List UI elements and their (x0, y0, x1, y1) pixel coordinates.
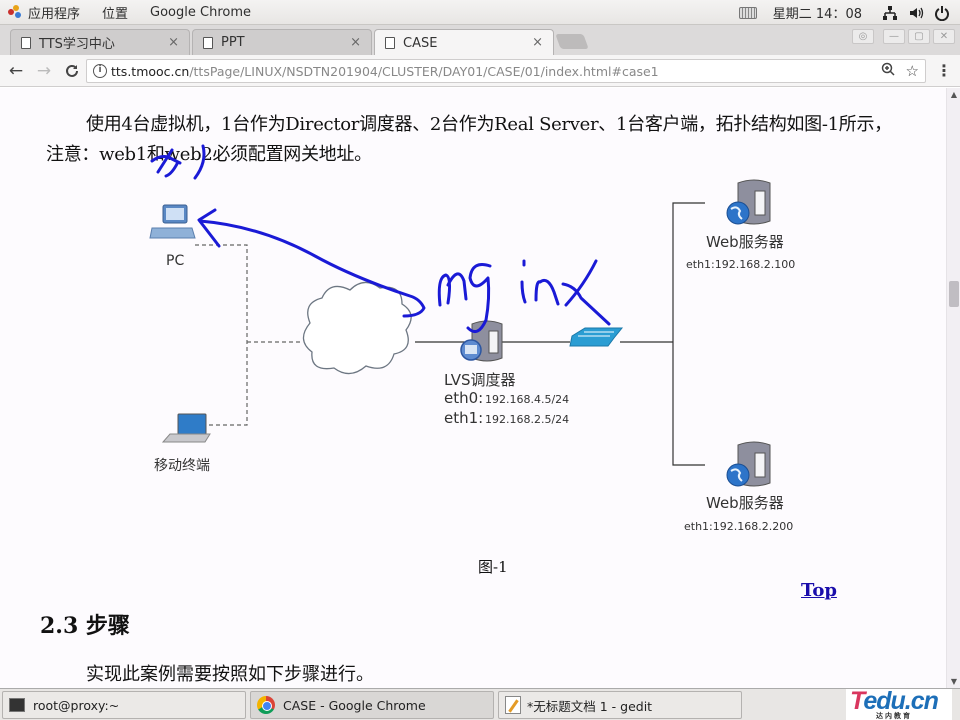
pc-label: PC (166, 253, 184, 269)
back-button[interactable]: ← (4, 59, 28, 83)
web-server-1-icon (726, 179, 771, 225)
web1-label: Web服务器 (706, 233, 784, 251)
page-icon (21, 36, 31, 49)
lvs-label: LVS调度器 (444, 371, 516, 389)
power-icon[interactable] (934, 5, 950, 21)
lvs-eth1-prefix: eth1: (444, 409, 483, 427)
pc-mobile-dashed-link (195, 244, 248, 426)
top-link[interactable]: Top (801, 580, 837, 601)
reload-button[interactable] (60, 59, 84, 83)
handwritten-i (520, 259, 527, 304)
taskbar: root@proxy:~ CASE - Google Chrome *无标题文档… (0, 687, 960, 720)
page-icon (203, 36, 213, 49)
places-menu[interactable]: 位置 (102, 3, 128, 22)
lvs-eth0-prefix: eth0: (444, 389, 483, 407)
taskbar-item-terminal[interactable]: root@proxy:~ (2, 691, 246, 719)
lvs-eth1-ip: 192.168.2.5/24 (485, 413, 569, 426)
close-tab-icon[interactable]: × (168, 35, 179, 50)
taskbar-item-label: CASE - Google Chrome (283, 697, 426, 713)
gedit-icon (505, 696, 521, 714)
close-tab-icon[interactable]: × (532, 35, 543, 50)
topology-diagram: PC 移动终端 LVS调度器 eth0: 192.168.4.5/24 eth1… (149, 144, 795, 533)
handwritten-x (561, 259, 611, 326)
zoom-icon[interactable] (881, 62, 895, 80)
section-heading: 2.3 步骤 (40, 613, 130, 639)
tab-case[interactable]: CASE × (374, 29, 554, 56)
close-tab-icon[interactable]: × (350, 35, 361, 50)
tab-label: TTS学习中心 (39, 37, 115, 52)
applications-menu[interactable]: 应用程序 (8, 3, 102, 22)
taskbar-item-label: *无标题文档 1 - gedit (527, 698, 653, 714)
forward-button[interactable]: → (32, 59, 56, 83)
handwritten-scribble (150, 148, 182, 178)
pc-icon (149, 204, 196, 239)
laptop-icon (161, 413, 211, 443)
logo-subtitle: 达内教育 (876, 712, 912, 720)
volume-icon[interactable] (908, 5, 924, 21)
steps-paragraph: 实现此案例需要按照如下步骤进行。 (86, 664, 374, 685)
tab-ppt[interactable]: PPT × (192, 29, 372, 55)
page-content: 使用4台虚拟机，1台作为Director调度器、2台作为Real Server、… (0, 88, 946, 688)
keyboard-icon[interactable] (738, 6, 757, 19)
gnome-foot-icon (8, 5, 22, 19)
top-panel: 应用程序 位置 Google Chrome 星期二 14：08 (0, 0, 960, 25)
restore-button[interactable]: ▢ (908, 29, 930, 44)
info-icon[interactable]: i (93, 64, 107, 78)
vertical-scrollbar[interactable]: ▲ ▼ (946, 88, 960, 688)
handwritten-n (437, 272, 468, 307)
web-bus-link (672, 202, 705, 466)
internet-cloud (302, 281, 412, 375)
network-icon[interactable] (882, 5, 898, 21)
page-icon (385, 37, 395, 49)
active-app-menu[interactable]: Google Chrome (150, 5, 251, 20)
close-window-button[interactable]: ✕ (933, 29, 955, 44)
chrome-menu-icon[interactable]: ⋮ (936, 59, 952, 83)
logo-t: T (850, 687, 864, 715)
taskbar-item-chrome[interactable]: CASE - Google Chrome (250, 691, 494, 719)
taskbar-item-gedit[interactable]: *无标题文档 1 - gedit (498, 691, 742, 719)
clock[interactable]: 星期二 14：08 (773, 3, 862, 22)
url-host: tts.tmooc.cn (111, 63, 190, 79)
web2-label: Web服务器 (706, 494, 784, 512)
address-bar[interactable]: i tts.tmooc.cn /ttsPage/LINUX/NSDTN20190… (86, 59, 926, 83)
lvs-eth0-ip: 192.168.4.5/24 (485, 393, 569, 406)
minimize-button[interactable]: — (883, 29, 905, 44)
handwritten-arrow-head (197, 208, 221, 248)
bookmark-star-icon[interactable]: ☆ (906, 62, 919, 80)
terminal-icon (9, 698, 25, 712)
profile-button[interactable]: ◎ (852, 29, 874, 44)
url-path: /ttsPage/LINUX/NSDTN201904/CLUSTER/DAY01… (189, 63, 659, 79)
web2-ip: eth1:192.168.2.200 (684, 520, 793, 533)
web1-ip: eth1:192.168.2.100 (686, 258, 795, 271)
tab-label: PPT (221, 35, 245, 50)
new-tab-button[interactable] (555, 34, 589, 49)
chrome-icon (257, 696, 275, 714)
switch-icon (569, 327, 624, 347)
scroll-down-arrow-icon[interactable]: ▼ (949, 677, 959, 686)
applications-label: 应用程序 (28, 6, 81, 22)
figure-caption: 图-1 (478, 558, 508, 576)
handwritten-n2 (534, 278, 560, 306)
scroll-up-arrow-icon[interactable]: ▲ (949, 90, 959, 99)
tab-strip: TTS学习中心 × PPT × CASE × (0, 25, 960, 56)
handwritten-scribble (193, 144, 206, 180)
scrollbar-thumb[interactable] (949, 281, 959, 307)
taskbar-item-label: root@proxy:~ (33, 697, 120, 713)
tab-label: CASE (403, 35, 438, 51)
desktop: 应用程序 位置 Google Chrome 星期二 14：08 TTS学习中心 … (0, 0, 960, 720)
tab-tts[interactable]: TTS学习中心 × (10, 29, 190, 55)
browser-toolbar: ← → i tts.tmooc.cn /ttsPage/LINUX/NSDTN2… (0, 55, 960, 87)
tedu-logo: Tedu.cn 达内教育 (846, 687, 952, 720)
mobile-label: 移动终端 (154, 458, 210, 474)
web-server-2-icon (726, 441, 771, 487)
